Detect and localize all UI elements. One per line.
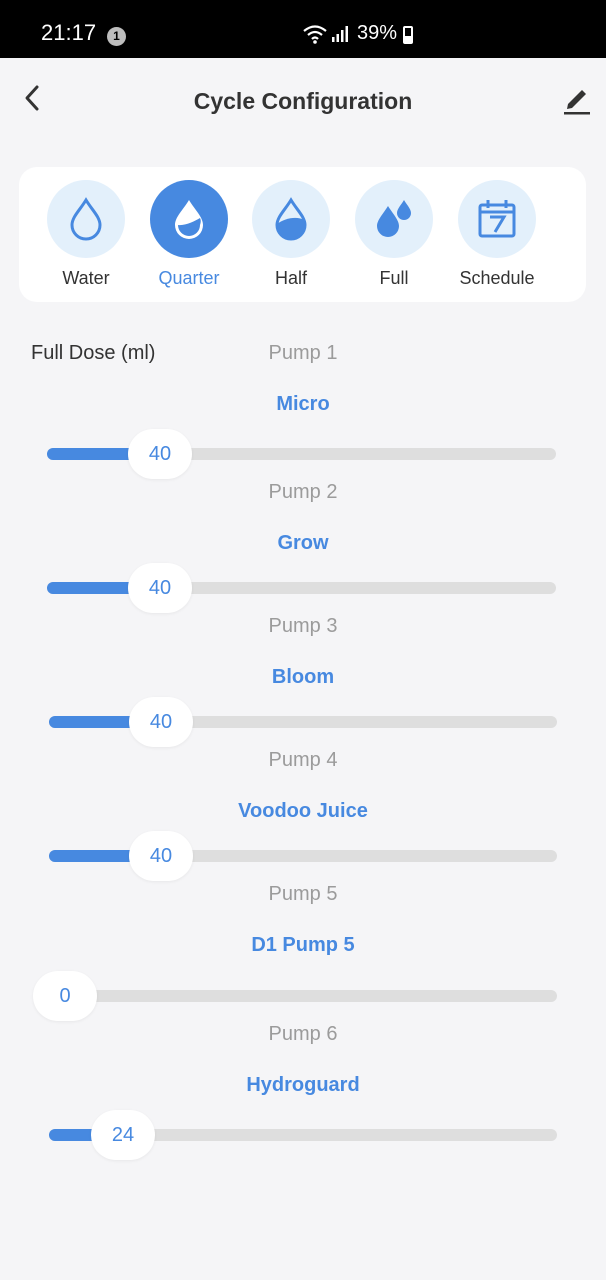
pump-title: Pump 3 (268, 615, 338, 637)
quarter-drop-icon (175, 200, 203, 239)
app-bar: Cycle Configuration (0, 58, 606, 144)
mode-half[interactable]: Half (241, 180, 341, 289)
notification-count-badge: 1 (107, 27, 126, 46)
pump-title: Pump 6 (268, 1023, 338, 1045)
mode-selector: Water Quarter Half Full Schedule (19, 167, 586, 302)
slider-thumb[interactable]: 40 (129, 697, 193, 747)
mode-water[interactable]: Water (36, 180, 136, 289)
pump-name: D1 Pump 5 (251, 934, 355, 956)
mode-label: Quarter (158, 268, 220, 288)
pump-title: Pump 2 (268, 481, 338, 503)
edit-button[interactable] (560, 82, 592, 116)
mode-full[interactable]: Full (344, 180, 444, 289)
pump-name: Micro (276, 393, 330, 415)
mode-label: Half (274, 268, 307, 288)
status-time: 21:17 (41, 20, 97, 45)
pump-title: Pump 5 (268, 883, 338, 905)
water-drop-outline-icon (70, 197, 102, 241)
wifi-icon (303, 24, 327, 49)
slider-track (49, 990, 557, 1002)
mode-schedule[interactable]: Schedule (447, 180, 547, 289)
pump-name: Grow (277, 532, 329, 554)
full-drops-icon (377, 200, 411, 237)
pump-title: Pump 1 (268, 342, 338, 364)
pencil-icon (564, 90, 590, 115)
slider-thumb[interactable]: 40 (128, 429, 192, 479)
battery-icon (403, 26, 413, 44)
signal-icon (331, 25, 349, 48)
page-title: Cycle Configuration (193, 88, 413, 114)
battery-percentage: 39% (357, 22, 398, 44)
slider-thumb[interactable]: 40 (128, 563, 192, 613)
slider-thumb[interactable]: 40 (129, 831, 193, 881)
pump-name: Voodoo Juice (238, 800, 368, 822)
slider-thumb[interactable]: 0 (33, 971, 97, 1021)
slider-thumb[interactable]: 24 (91, 1110, 155, 1160)
mode-label: Schedule (459, 268, 535, 288)
pump-title: Pump 4 (268, 749, 338, 771)
mode-quarter[interactable]: Quarter (139, 180, 239, 289)
half-drop-icon (275, 197, 307, 241)
pump-name: Bloom (271, 666, 335, 688)
mode-label: Water (62, 268, 110, 288)
status-bar: 21:17 1 39% (0, 0, 606, 58)
pump-name: Hydroguard (246, 1074, 360, 1096)
calendar-7-icon (478, 200, 516, 238)
mode-label: Full (379, 268, 409, 288)
